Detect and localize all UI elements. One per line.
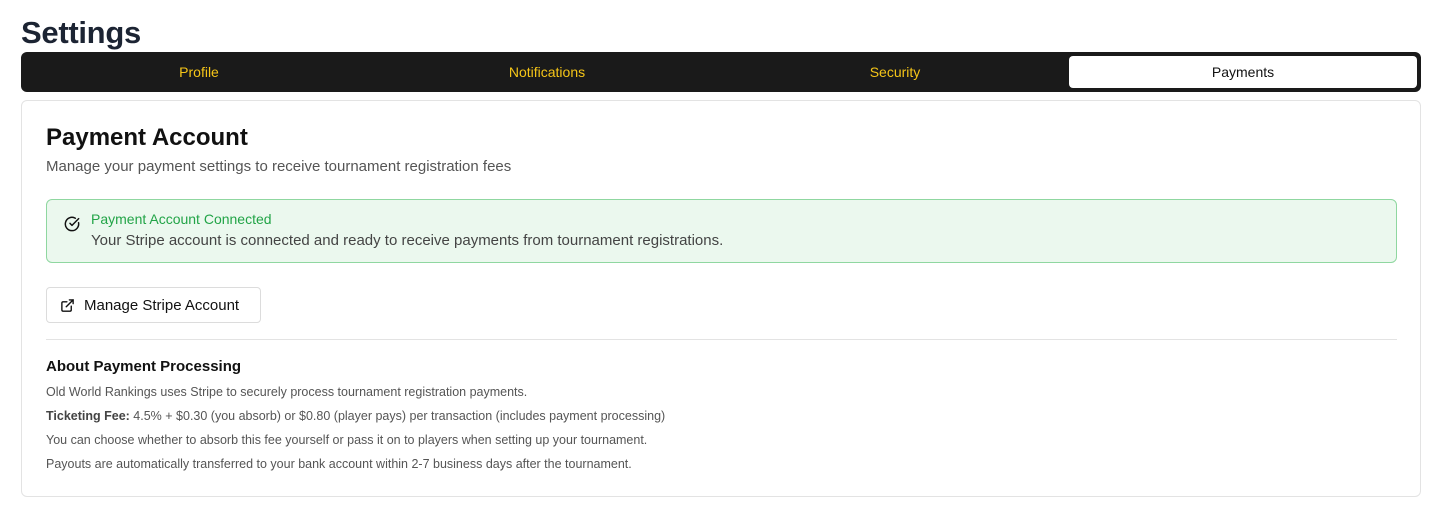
about-line-stripe: Old World Rankings uses Stripe to secure… — [46, 385, 528, 399]
tab-notifications[interactable]: Notifications — [373, 56, 721, 88]
card-subtitle: Manage your payment settings to receive … — [46, 158, 512, 175]
settings-tabs: Profile Notifications Security Payments — [21, 52, 1421, 92]
settings-page: Settings Profile Notifications Security … — [0, 0, 1438, 531]
connected-alert: Payment Account Connected Your Stripe ac… — [46, 199, 1397, 263]
card-title: Payment Account — [46, 124, 248, 151]
about-line-fee: Ticketing Fee: 4.5% + $0.30 (you absorb)… — [46, 408, 665, 424]
tab-security[interactable]: Security — [721, 56, 1069, 88]
about-line-absorb: You can choose whether to absorb this fe… — [46, 433, 648, 447]
ticketing-fee-label: Ticketing Fee: — [46, 409, 130, 423]
manage-stripe-account-button[interactable]: Manage Stripe Account — [46, 287, 261, 323]
divider — [46, 339, 1397, 340]
alert-text: Your Stripe account is connected and rea… — [91, 232, 724, 249]
circle-check-icon — [64, 216, 80, 232]
about-line-payouts: Payouts are automatically transferred to… — [46, 457, 632, 471]
page-title: Settings — [21, 15, 141, 50]
ticketing-fee-text: 4.5% + $0.30 (you absorb) or $0.80 (play… — [129, 409, 666, 423]
about-title: About Payment Processing — [46, 358, 242, 375]
alert-title: Payment Account Connected — [91, 211, 272, 227]
payment-account-card: Payment Account Manage your payment sett… — [21, 100, 1421, 497]
tab-profile[interactable]: Profile — [25, 56, 373, 88]
tab-payments[interactable]: Payments — [1069, 56, 1417, 88]
external-link-icon — [60, 298, 75, 313]
manage-stripe-account-label: Manage Stripe Account — [84, 296, 240, 314]
